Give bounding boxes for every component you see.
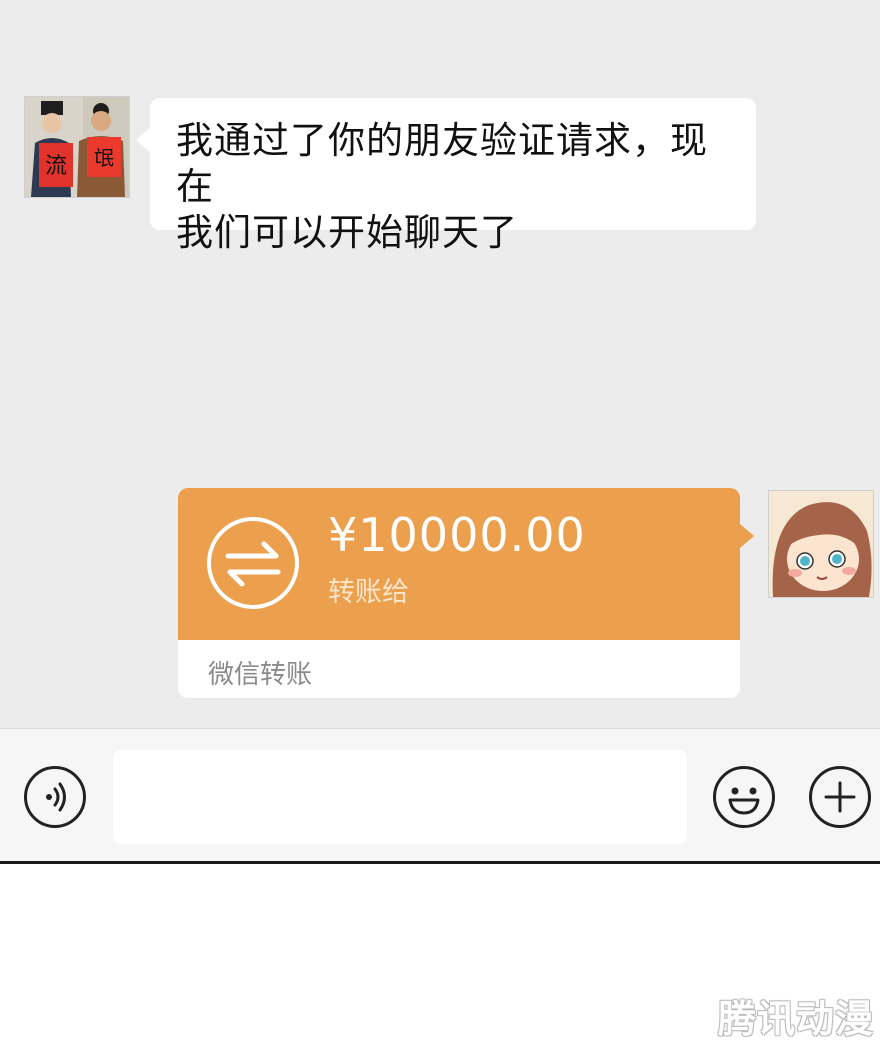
user-avatar[interactable] [768, 490, 874, 598]
bottom-divider [0, 861, 880, 864]
transfer-card[interactable]: ¥10000.00 转账给 微信转账 [178, 488, 740, 698]
message-text-line-1: 我通过了你的朋友验证请求，现在 [176, 119, 708, 208]
plus-button[interactable] [809, 766, 871, 828]
message-input[interactable] [113, 750, 687, 844]
chat-area: 流 氓 我通过了你的朋友验证请求，现在 我们可以开始聊天了 ¥10000.00 … [0, 0, 880, 728]
transfer-bubble-tail [740, 524, 754, 548]
transfer-card-header: ¥10000.00 转账给 [178, 488, 740, 640]
transfer-footer-label: 微信转账 [208, 660, 313, 690]
contact-avatar[interactable]: 流 氓 [24, 96, 130, 198]
voice-button[interactable] [24, 766, 86, 828]
user-avatar-image [769, 491, 873, 597]
sign-right-text: 氓 [94, 146, 114, 170]
transfer-arrows-icon [206, 516, 300, 610]
transfer-amount: ¥10000.00 [328, 508, 586, 562]
transfer-subtitle: 转账给 [328, 577, 409, 608]
emoji-button[interactable] [713, 766, 775, 828]
incoming-message-bubble[interactable]: 我通过了你的朋友验证请求，现在 我们可以开始聊天了 [136, 98, 756, 254]
watermark-text: 腾讯动漫 [718, 997, 875, 1041]
message-text-line-2: 我们可以开始聊天了 [176, 211, 518, 254]
contact-avatar-image: 流 氓 [25, 97, 129, 197]
sign-left-text: 流 [45, 154, 67, 179]
